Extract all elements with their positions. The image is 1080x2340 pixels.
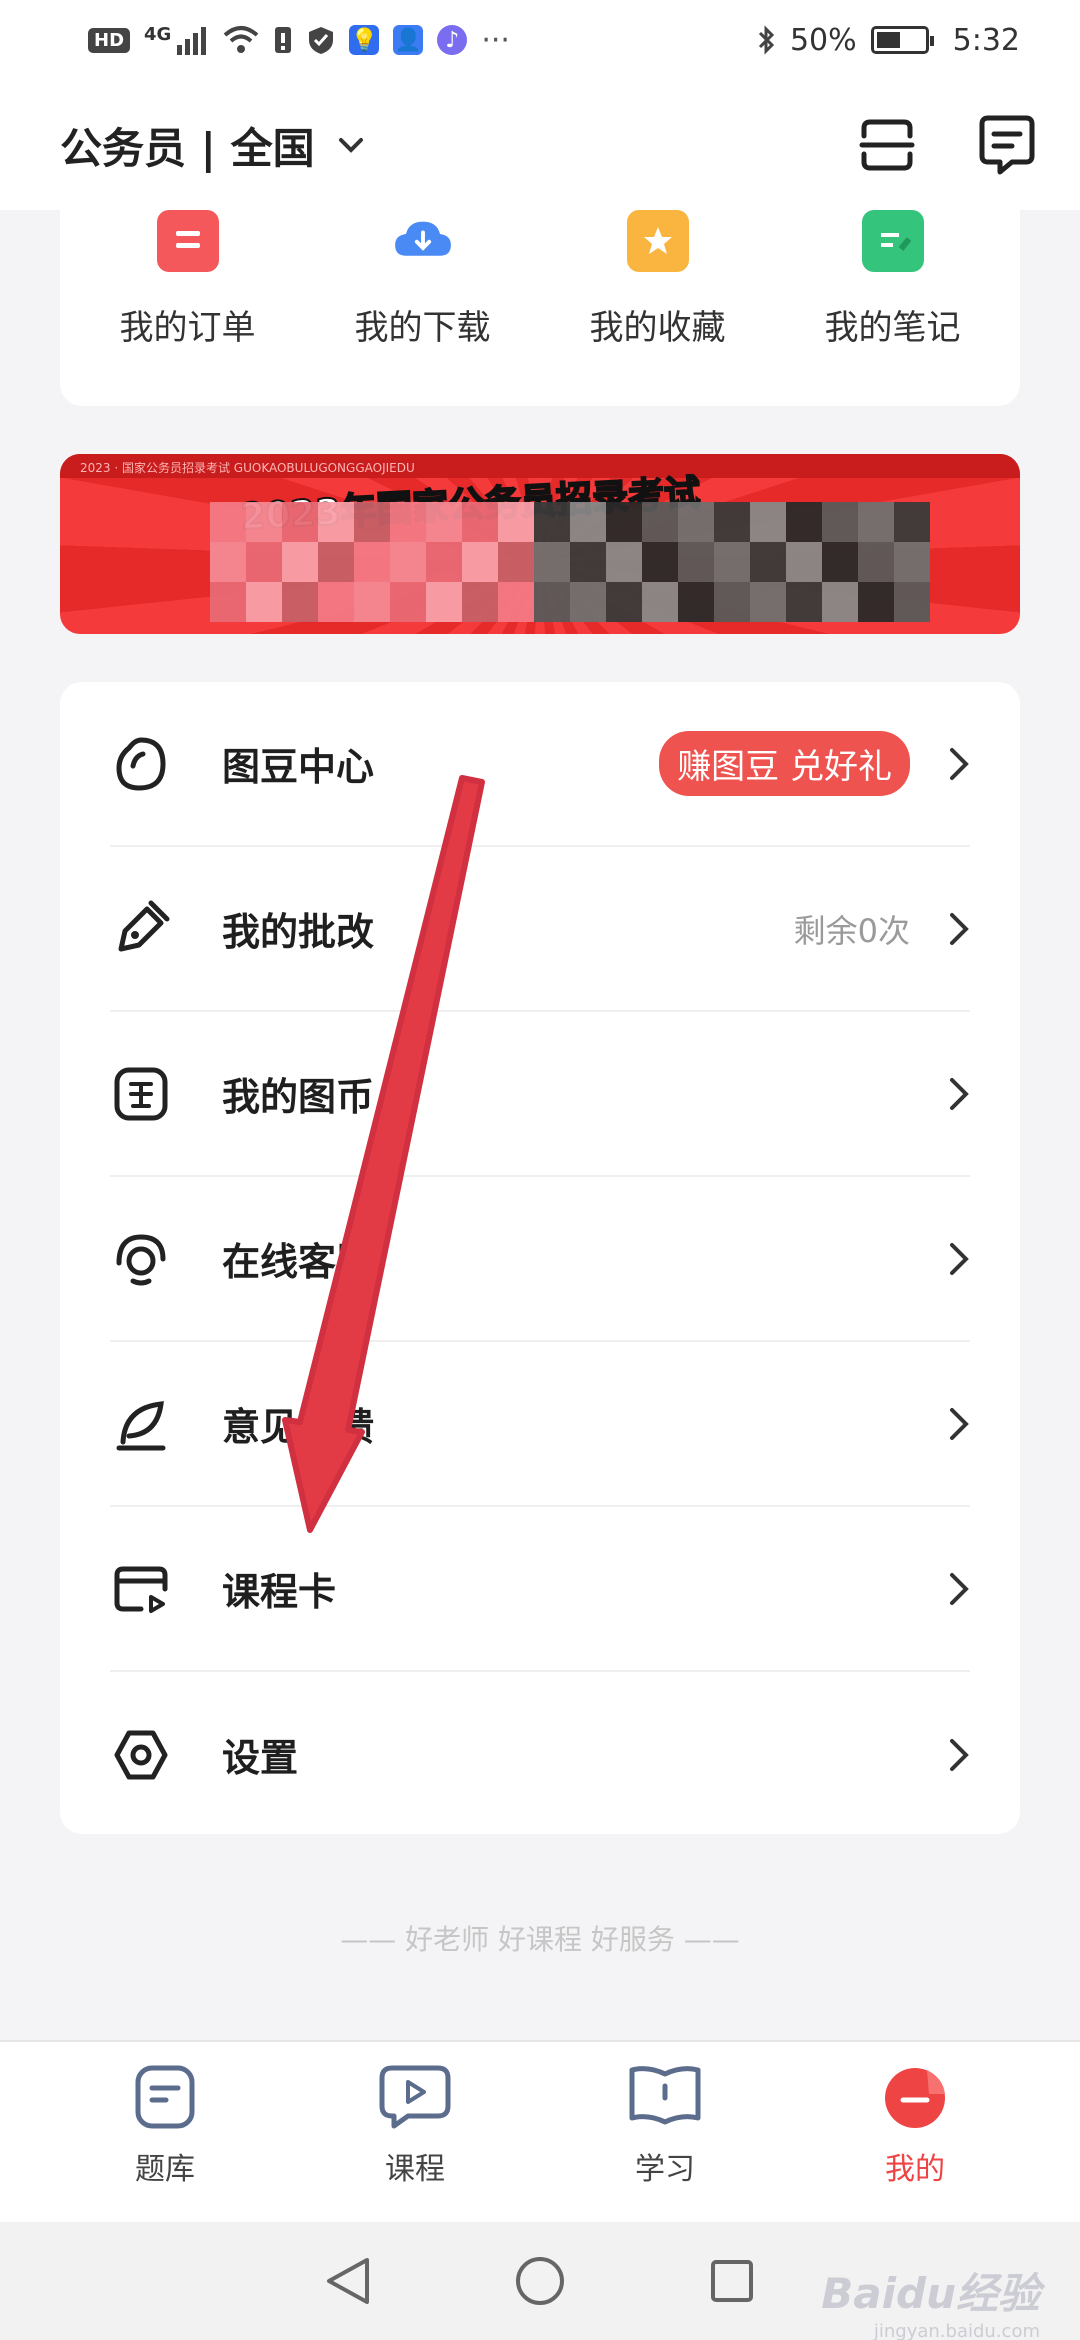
battery-icon xyxy=(870,26,934,54)
app-header: 公务员 | 全国 xyxy=(0,80,1080,210)
menu-item-label: 意见反馈 xyxy=(222,1405,375,1449)
tab-label: 课程 xyxy=(385,2152,445,2187)
bluetooth-icon xyxy=(758,25,775,55)
battery-percent: 50% xyxy=(789,22,857,58)
quick-link-label: 我的笔记 xyxy=(824,308,961,348)
tab-label: 题库 xyxy=(135,2152,195,2187)
quick-link-label: 我的订单 xyxy=(119,308,256,348)
shield-icon xyxy=(309,27,334,54)
chevron-right-icon xyxy=(950,912,969,945)
back-icon[interactable] xyxy=(323,2254,373,2308)
note-icon xyxy=(861,210,924,272)
app-lightbulb-icon: 💡 xyxy=(349,25,380,55)
menu-item-label: 课程卡 xyxy=(222,1570,337,1614)
status-right: 50% 5:32 xyxy=(756,23,1020,58)
menu-item-bean-center[interactable]: 图豆中心 赚图豆 兑好礼 xyxy=(110,682,970,847)
menu-item-course-card[interactable]: 课程卡 xyxy=(110,1507,970,1672)
chevron-right-icon xyxy=(950,747,969,780)
coin-icon xyxy=(110,1063,172,1125)
signal-icon xyxy=(177,27,207,55)
menu-list-card: 图豆中心 赚图豆 兑好礼 我的批改 剩余0次 我的图币 在线客服 意见反馈 课程… xyxy=(60,682,1020,1834)
menu-item-customer-service[interactable]: 在线客服 xyxy=(110,1177,970,1342)
quick-link-downloads[interactable]: 我的下载 xyxy=(323,210,523,406)
play-icon xyxy=(379,2065,451,2129)
clock: 5:32 xyxy=(952,22,1020,58)
bean-icon xyxy=(110,733,172,795)
chevron-right-icon xyxy=(950,1572,969,1605)
pixelated-region xyxy=(210,502,930,622)
baidu-watermark-logo: Baidu经验 jingyan.baidu.com xyxy=(821,2260,1040,2340)
promo-banner[interactable]: 2023 · 国家公务员招录考试 GUOKAOBULUGONGGAOJIEDU … xyxy=(60,454,1020,634)
wifi-icon xyxy=(224,26,259,53)
quick-links-card: 我的订单 我的下载 我的收藏 我的笔记 xyxy=(60,210,1020,406)
music-icon: ♪ xyxy=(437,25,468,55)
network-badge: 4G xyxy=(144,23,172,45)
hd-badge: HD xyxy=(88,27,131,53)
menu-item-label: 图豆中心 xyxy=(222,745,375,789)
pen-icon xyxy=(110,898,172,960)
menu-item-label: 设置 xyxy=(222,1736,299,1780)
chevron-right-icon xyxy=(950,1077,969,1110)
tab-study[interactable]: 学习 xyxy=(565,2042,765,2222)
remaining-count: 剩余0次 xyxy=(793,911,910,950)
menu-item-corrections[interactable]: 我的批改 剩余0次 xyxy=(110,847,970,1012)
message-icon[interactable] xyxy=(978,114,1036,176)
sim-warning-icon xyxy=(275,27,292,53)
home-icon[interactable] xyxy=(513,2254,567,2308)
feather-icon xyxy=(110,1393,172,1455)
quick-link-label: 我的下载 xyxy=(354,308,491,348)
download-icon xyxy=(392,210,454,272)
bottom-tab-bar: 题库 课程 学习 我的 xyxy=(0,2040,1080,2222)
quick-link-notes[interactable]: 我的笔记 xyxy=(793,210,993,406)
recents-icon[interactable] xyxy=(707,2256,757,2306)
quick-link-label: 我的收藏 xyxy=(589,308,726,348)
menu-item-settings[interactable]: 设置 xyxy=(110,1672,970,1837)
scan-icon[interactable] xyxy=(858,116,916,174)
chevron-right-icon xyxy=(950,1407,969,1440)
star-icon xyxy=(626,210,689,272)
status-left: HD 4G 💡 👤 ♪ ··· xyxy=(88,23,510,58)
menu-item-label: 我的批改 xyxy=(222,910,375,954)
menu-item-coins[interactable]: 我的图币 xyxy=(110,1012,970,1177)
menu-item-label: 我的图币 xyxy=(222,1075,375,1119)
exam-selector-label: 公务员 | 全国 xyxy=(60,123,315,173)
exam-selector[interactable]: 公务员 | 全国 xyxy=(60,115,365,176)
quick-link-orders[interactable]: 我的订单 xyxy=(88,210,288,406)
book-icon xyxy=(629,2066,701,2125)
chevron-right-icon xyxy=(950,1242,969,1275)
slogan: —— 好老师 好课程 好服务 —— xyxy=(340,1923,740,1956)
profile-icon xyxy=(885,2068,945,2128)
quick-link-favorites[interactable]: 我的收藏 xyxy=(558,210,758,406)
more-notifications-icon: ··· xyxy=(481,22,510,58)
tab-courses[interactable]: 课程 xyxy=(315,2042,515,2222)
status-bar: HD 4G 💡 👤 ♪ ··· 50% 5:32 xyxy=(0,0,1080,80)
tab-label: 我的 xyxy=(885,2152,945,2187)
chevron-right-icon xyxy=(950,1738,969,1771)
card-icon xyxy=(110,1558,172,1620)
tab-question-bank[interactable]: 题库 xyxy=(65,2042,265,2222)
watermark-subtext: jingyan.baidu.com xyxy=(873,2321,1040,2340)
tab-label: 学习 xyxy=(635,2152,695,2187)
order-icon xyxy=(156,210,219,272)
app-contact-icon: 👤 xyxy=(393,25,424,55)
chevron-down-icon xyxy=(338,138,363,153)
menu-item-label: 在线客服 xyxy=(222,1240,375,1284)
watermark-text: Baidu经验 xyxy=(821,2269,1040,2318)
tab-profile[interactable]: 我的 xyxy=(815,2042,1015,2222)
headset-icon xyxy=(110,1228,172,1290)
menu-item-feedback[interactable]: 意见反馈 xyxy=(110,1342,970,1507)
question-bank-icon xyxy=(135,2065,195,2129)
earn-beans-badge[interactable]: 赚图豆 兑好礼 xyxy=(659,731,910,796)
settings-icon xyxy=(110,1724,172,1786)
